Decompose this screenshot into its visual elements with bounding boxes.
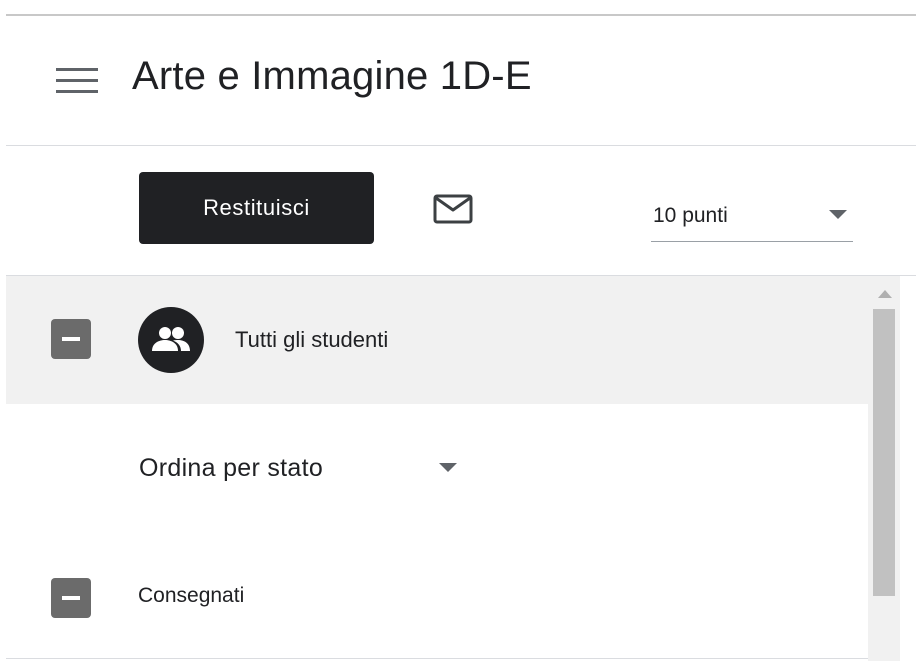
people-group-icon: [138, 307, 204, 373]
return-button[interactable]: Restituisci: [139, 172, 374, 244]
grading-page: Arte e Immagine 1D-E Restituisci 10 punt…: [0, 0, 916, 661]
sort-label: Ordina per stato: [139, 454, 324, 482]
vertical-scrollbar[interactable]: [868, 276, 900, 661]
all-students-row[interactable]: Tutti gli studenti: [6, 276, 868, 404]
points-value: 10 punti: [653, 204, 728, 227]
submitted-section-checkbox[interactable]: [51, 578, 91, 618]
mail-envelope-icon[interactable]: [432, 193, 474, 225]
all-students-label: Tutti gli studenti: [235, 327, 389, 352]
top-divider: [6, 14, 916, 16]
hamburger-menu-icon[interactable]: [56, 68, 98, 94]
chevron-down-icon: [829, 210, 847, 219]
scrollbar-thumb[interactable]: [873, 309, 895, 596]
points-dropdown[interactable]: 10 punti: [651, 190, 853, 242]
chevron-down-icon: [439, 463, 457, 472]
bottom-divider: [6, 658, 868, 659]
submitted-section-label: Consegnati: [138, 584, 245, 607]
all-students-checkbox[interactable]: [51, 319, 91, 359]
sort-by-status-dropdown[interactable]: Ordina per stato: [139, 449, 469, 489]
header-divider: [6, 145, 916, 146]
class-title: Arte e Immagine 1D-E: [132, 54, 532, 98]
scroll-up-arrow-icon[interactable]: [878, 290, 892, 298]
